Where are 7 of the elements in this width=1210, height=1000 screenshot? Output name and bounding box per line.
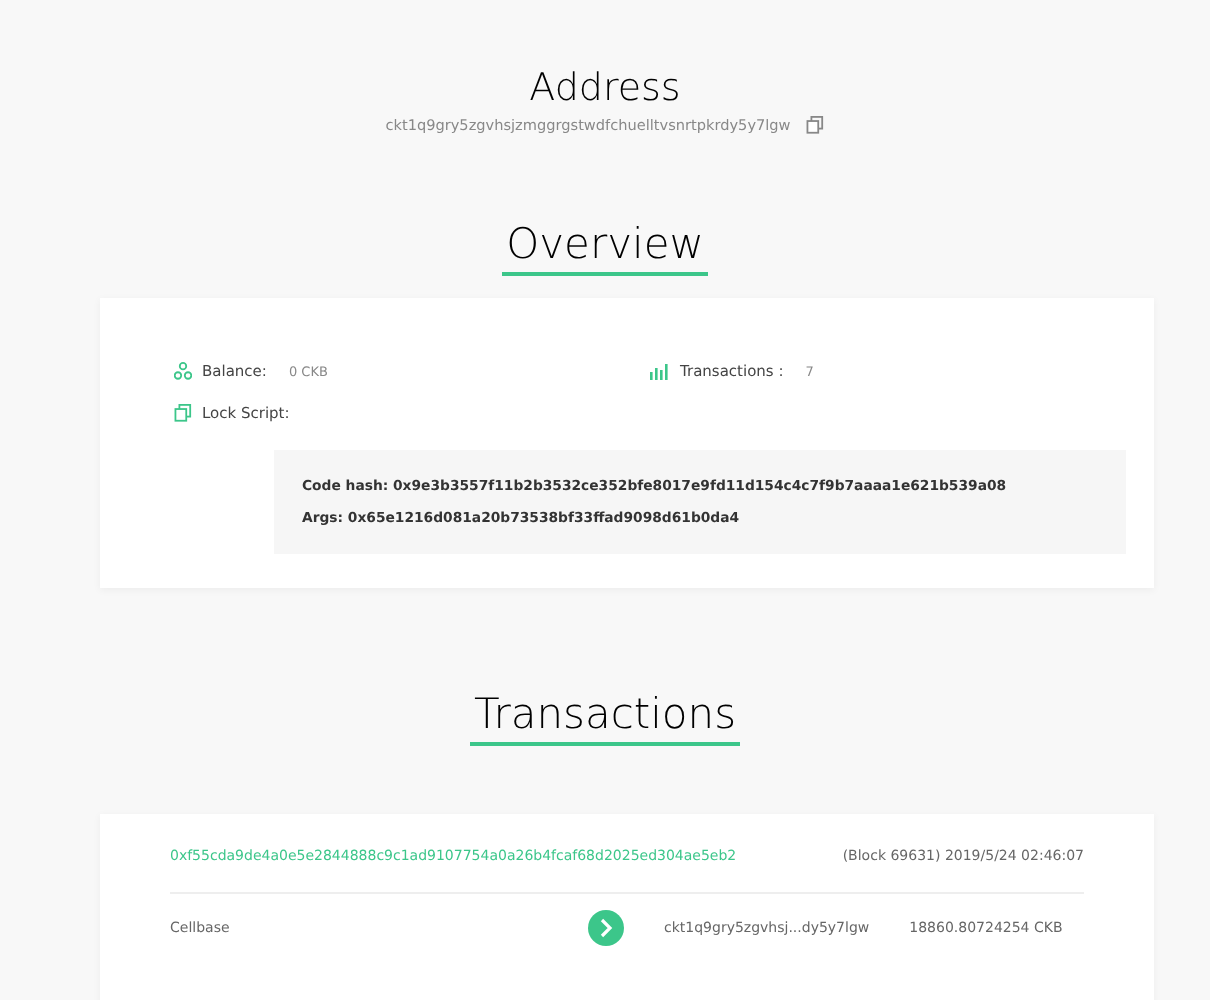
section-title: Overview [502,218,708,276]
copy-icon[interactable] [806,116,825,134]
section-title: Transactions [469,688,741,746]
bar-chart-icon [650,363,670,379]
copy-icon [174,404,192,422]
nodes-icon [174,362,192,380]
page-title: Address [529,66,681,110]
